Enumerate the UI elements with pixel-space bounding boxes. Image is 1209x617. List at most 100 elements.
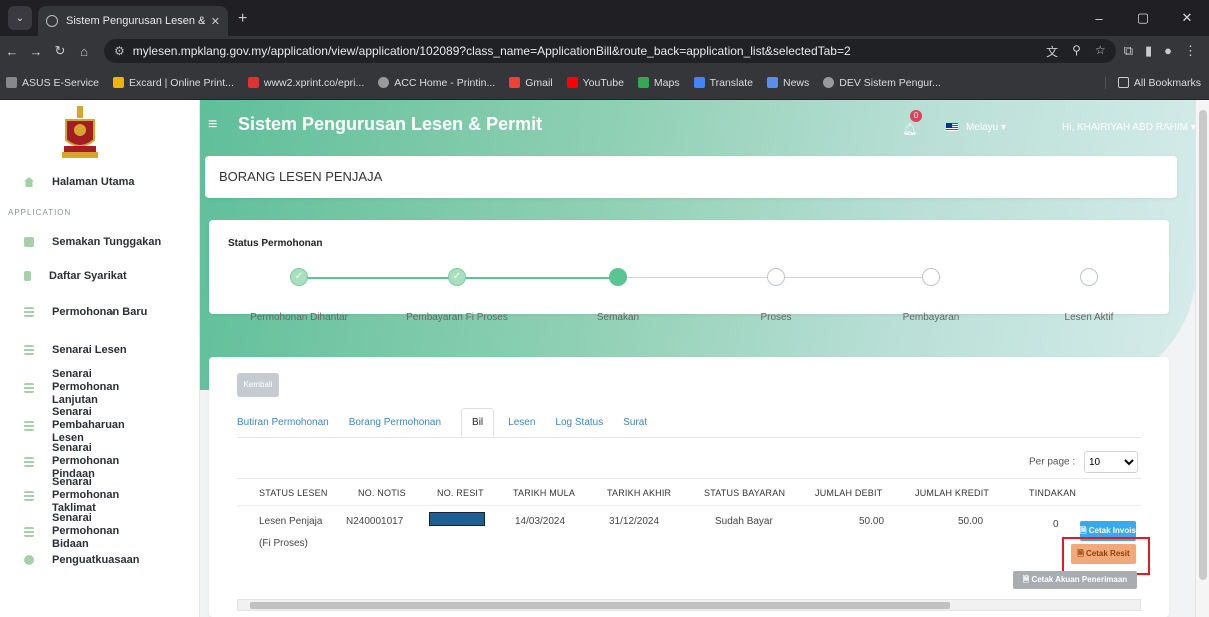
zoom-icon[interactable]: ⚲ bbox=[1072, 43, 1081, 60]
browser-tab[interactable]: Sistem Pengurusan Lesen & Per ✕ bbox=[38, 6, 228, 36]
tab-lesen[interactable]: Lesen bbox=[508, 417, 535, 428]
bookmark-star-icon[interactable]: ☆ bbox=[1095, 43, 1106, 60]
menu-icon[interactable]: ⋮ bbox=[1184, 43, 1197, 59]
horizontal-scrollbar[interactable] bbox=[237, 599, 1141, 611]
home-icon[interactable]: ⌂ bbox=[72, 44, 96, 59]
minimize-icon[interactable]: – bbox=[1077, 11, 1121, 26]
bookmark-xprint[interactable]: www2.xprint.co/epri... bbox=[247, 77, 364, 89]
bookmark-label: Excard | Online Print... bbox=[129, 76, 234, 89]
sidebar-item-senarai-permohonan-bidaan[interactable]: Senarai Permohonan Bidaan bbox=[24, 512, 174, 551]
column-header: TINDAKAN bbox=[1029, 488, 1077, 498]
list-icon bbox=[24, 420, 34, 431]
close-window-icon[interactable]: ✕ bbox=[1165, 10, 1209, 26]
folder-icon bbox=[1117, 77, 1129, 88]
step-done-icon: ✓ bbox=[290, 268, 308, 286]
news-icon bbox=[766, 77, 778, 88]
sidebar-item-senarai-permohonan-taklimat[interactable]: Senarai Permohonan Taklimat bbox=[24, 476, 174, 515]
vertical-scrollbar[interactable] bbox=[1195, 100, 1209, 617]
bookmark-label: YouTube bbox=[582, 76, 624, 89]
bookmark-translate[interactable]: Translate bbox=[693, 76, 753, 89]
tab-borang-permohonan[interactable]: Borang Permohonan bbox=[349, 417, 441, 428]
cell-tarikh-akhir: 31/12/2024 bbox=[609, 516, 660, 527]
column-header: TARIKH MULA bbox=[513, 488, 576, 498]
back-icon[interactable]: ← bbox=[0, 44, 24, 59]
bookmark-label: DEV Sistem Pengur... bbox=[839, 76, 941, 89]
building-icon bbox=[24, 271, 31, 281]
detail-card: Kembali Butiran Permohonan Borang Permoh… bbox=[209, 357, 1169, 617]
bookmark-label: Translate bbox=[709, 76, 753, 89]
app-title: Sistem Pengurusan Lesen & Permit bbox=[238, 114, 543, 134]
browser-tab-bar: ⌄ Sistem Pengurusan Lesen & Per ✕ + – ▢ … bbox=[0, 0, 1209, 36]
all-bookmarks[interactable]: All Bookmarks bbox=[1104, 76, 1201, 89]
app-viewport: Halaman Utama APPLICATION Semakan Tungga… bbox=[0, 100, 1209, 617]
notification-badge: 0 bbox=[910, 110, 922, 122]
hamburger-menu-icon[interactable]: ≡ bbox=[208, 116, 217, 134]
sidebar-item-home[interactable]: Halaman Utama bbox=[24, 176, 135, 188]
sidebar-item-label: Permohonan Baru bbox=[52, 306, 148, 318]
restore-icon[interactable]: ▢ bbox=[1121, 10, 1165, 26]
tab-title: Sistem Pengurusan Lesen & Per bbox=[66, 15, 205, 27]
sidebar-item-senarai-permohonan-lanjutan[interactable]: Senarai Permohonan Lanjutan bbox=[24, 368, 174, 407]
bookmark-asus[interactable]: ASUS E-Service bbox=[6, 77, 99, 89]
bookmark-label: ASUS E-Service bbox=[22, 76, 100, 89]
tab-butiran-permohonan[interactable]: Butiran Permohonan bbox=[237, 417, 329, 428]
tab-search-button[interactable]: ⌄ bbox=[8, 6, 32, 30]
bookmark-maps[interactable]: Maps bbox=[637, 76, 680, 89]
extensions-icon[interactable]: ⧉ bbox=[1124, 43, 1133, 59]
bookmarks-bar: ASUS E-Service Excard | Online Print... … bbox=[0, 66, 1209, 100]
step-label: Permohonan Dihantar bbox=[250, 312, 348, 323]
button-label: Cetak Akuan Penerimaan bbox=[1031, 575, 1128, 584]
column-header: NO. NOTIS bbox=[358, 488, 406, 498]
url-field[interactable]: ⚙ mylesen.mpklang.gov.my/application/vie… bbox=[104, 39, 1116, 63]
sidebar-item-semakan-tunggakan[interactable]: Semakan Tunggakan bbox=[24, 236, 161, 248]
forward-icon[interactable]: → bbox=[24, 44, 48, 59]
reload-icon[interactable]: ↻ bbox=[48, 43, 72, 59]
sidebar-item-senarai-lesen[interactable]: Senarai Lesen bbox=[24, 344, 127, 356]
sidebar-item-senarai-pembaharuan-lesen[interactable]: Senarai Pembaharuan Lesen bbox=[24, 406, 174, 445]
cell-jumlah-debit: 50.00 bbox=[859, 516, 885, 527]
sidebar-item-label: Senarai Permohonan Bidaan bbox=[52, 512, 120, 550]
translate-icon[interactable]: 文 bbox=[1046, 43, 1058, 60]
chevron-right-icon[interactable]: › bbox=[110, 305, 114, 319]
back-button[interactable]: Kembali bbox=[237, 373, 279, 397]
maps-icon bbox=[637, 77, 649, 88]
cetak-akuan-penerimaan-button[interactable]: 🗎 Cetak Akuan Penerimaan bbox=[1013, 571, 1137, 589]
language-selector[interactable]: Melayu ▾ bbox=[946, 122, 1006, 133]
bookmark-youtube[interactable]: YouTube bbox=[566, 76, 624, 89]
profile-avatar[interactable]: ● bbox=[1164, 43, 1172, 59]
sidebar-item-penguatkuasaan[interactable]: Penguatkuasaan bbox=[24, 554, 139, 566]
step-label: Pembayaran bbox=[902, 312, 960, 323]
sidebar-item-daftar-syarikat[interactable]: Daftar Syarikat bbox=[24, 270, 127, 282]
cell-tindakan-prefix: 0 bbox=[1053, 519, 1059, 530]
close-tab-icon[interactable]: ✕ bbox=[211, 15, 220, 28]
tab-log-status[interactable]: Log Status bbox=[555, 417, 603, 428]
sidebar-item-label: Halaman Utama bbox=[52, 176, 135, 188]
scroll-thumb[interactable] bbox=[250, 602, 950, 609]
money-icon bbox=[24, 237, 34, 247]
excard-icon bbox=[113, 77, 125, 88]
user-menu[interactable]: Hi, KHAIRIYAH ABD RAHIM ▾ bbox=[1062, 122, 1196, 133]
bookmark-acc[interactable]: ACC Home - Printin... bbox=[378, 77, 495, 89]
list-icon bbox=[24, 456, 34, 467]
bookmark-label: Maps bbox=[653, 76, 680, 89]
site-info-icon[interactable]: ⚙ bbox=[114, 44, 125, 58]
list-icon bbox=[24, 345, 34, 355]
bell-icon[interactable]: 🔔︎ bbox=[902, 122, 917, 136]
sidebar-item-permohonan-baru[interactable]: Permohonan Baru bbox=[24, 306, 147, 318]
scroll-thumb[interactable] bbox=[1199, 110, 1207, 580]
bookmark-gmail[interactable]: Gmail bbox=[509, 77, 553, 89]
bookmark-dev[interactable]: DEV Sistem Pengur... bbox=[823, 77, 941, 89]
bookmark-news[interactable]: News bbox=[766, 77, 809, 89]
step-pending-icon bbox=[922, 268, 940, 286]
new-tab-button[interactable]: + bbox=[238, 10, 247, 28]
translate-icon bbox=[693, 77, 705, 88]
column-header: STATUS LESEN bbox=[259, 488, 328, 498]
tab-surat[interactable]: Surat bbox=[623, 417, 647, 428]
tab-bil[interactable]: Bil bbox=[461, 407, 495, 437]
language-label: Melayu bbox=[966, 122, 999, 133]
sidepanel-icon[interactable]: ▮ bbox=[1145, 43, 1152, 59]
per-page-select[interactable]: 10 bbox=[1083, 451, 1138, 473]
bookmark-excard[interactable]: Excard | Online Print... bbox=[113, 77, 234, 89]
cell-status-sub: (Fi Proses) bbox=[259, 538, 308, 549]
window-controls: – ▢ ✕ bbox=[1077, 0, 1209, 36]
